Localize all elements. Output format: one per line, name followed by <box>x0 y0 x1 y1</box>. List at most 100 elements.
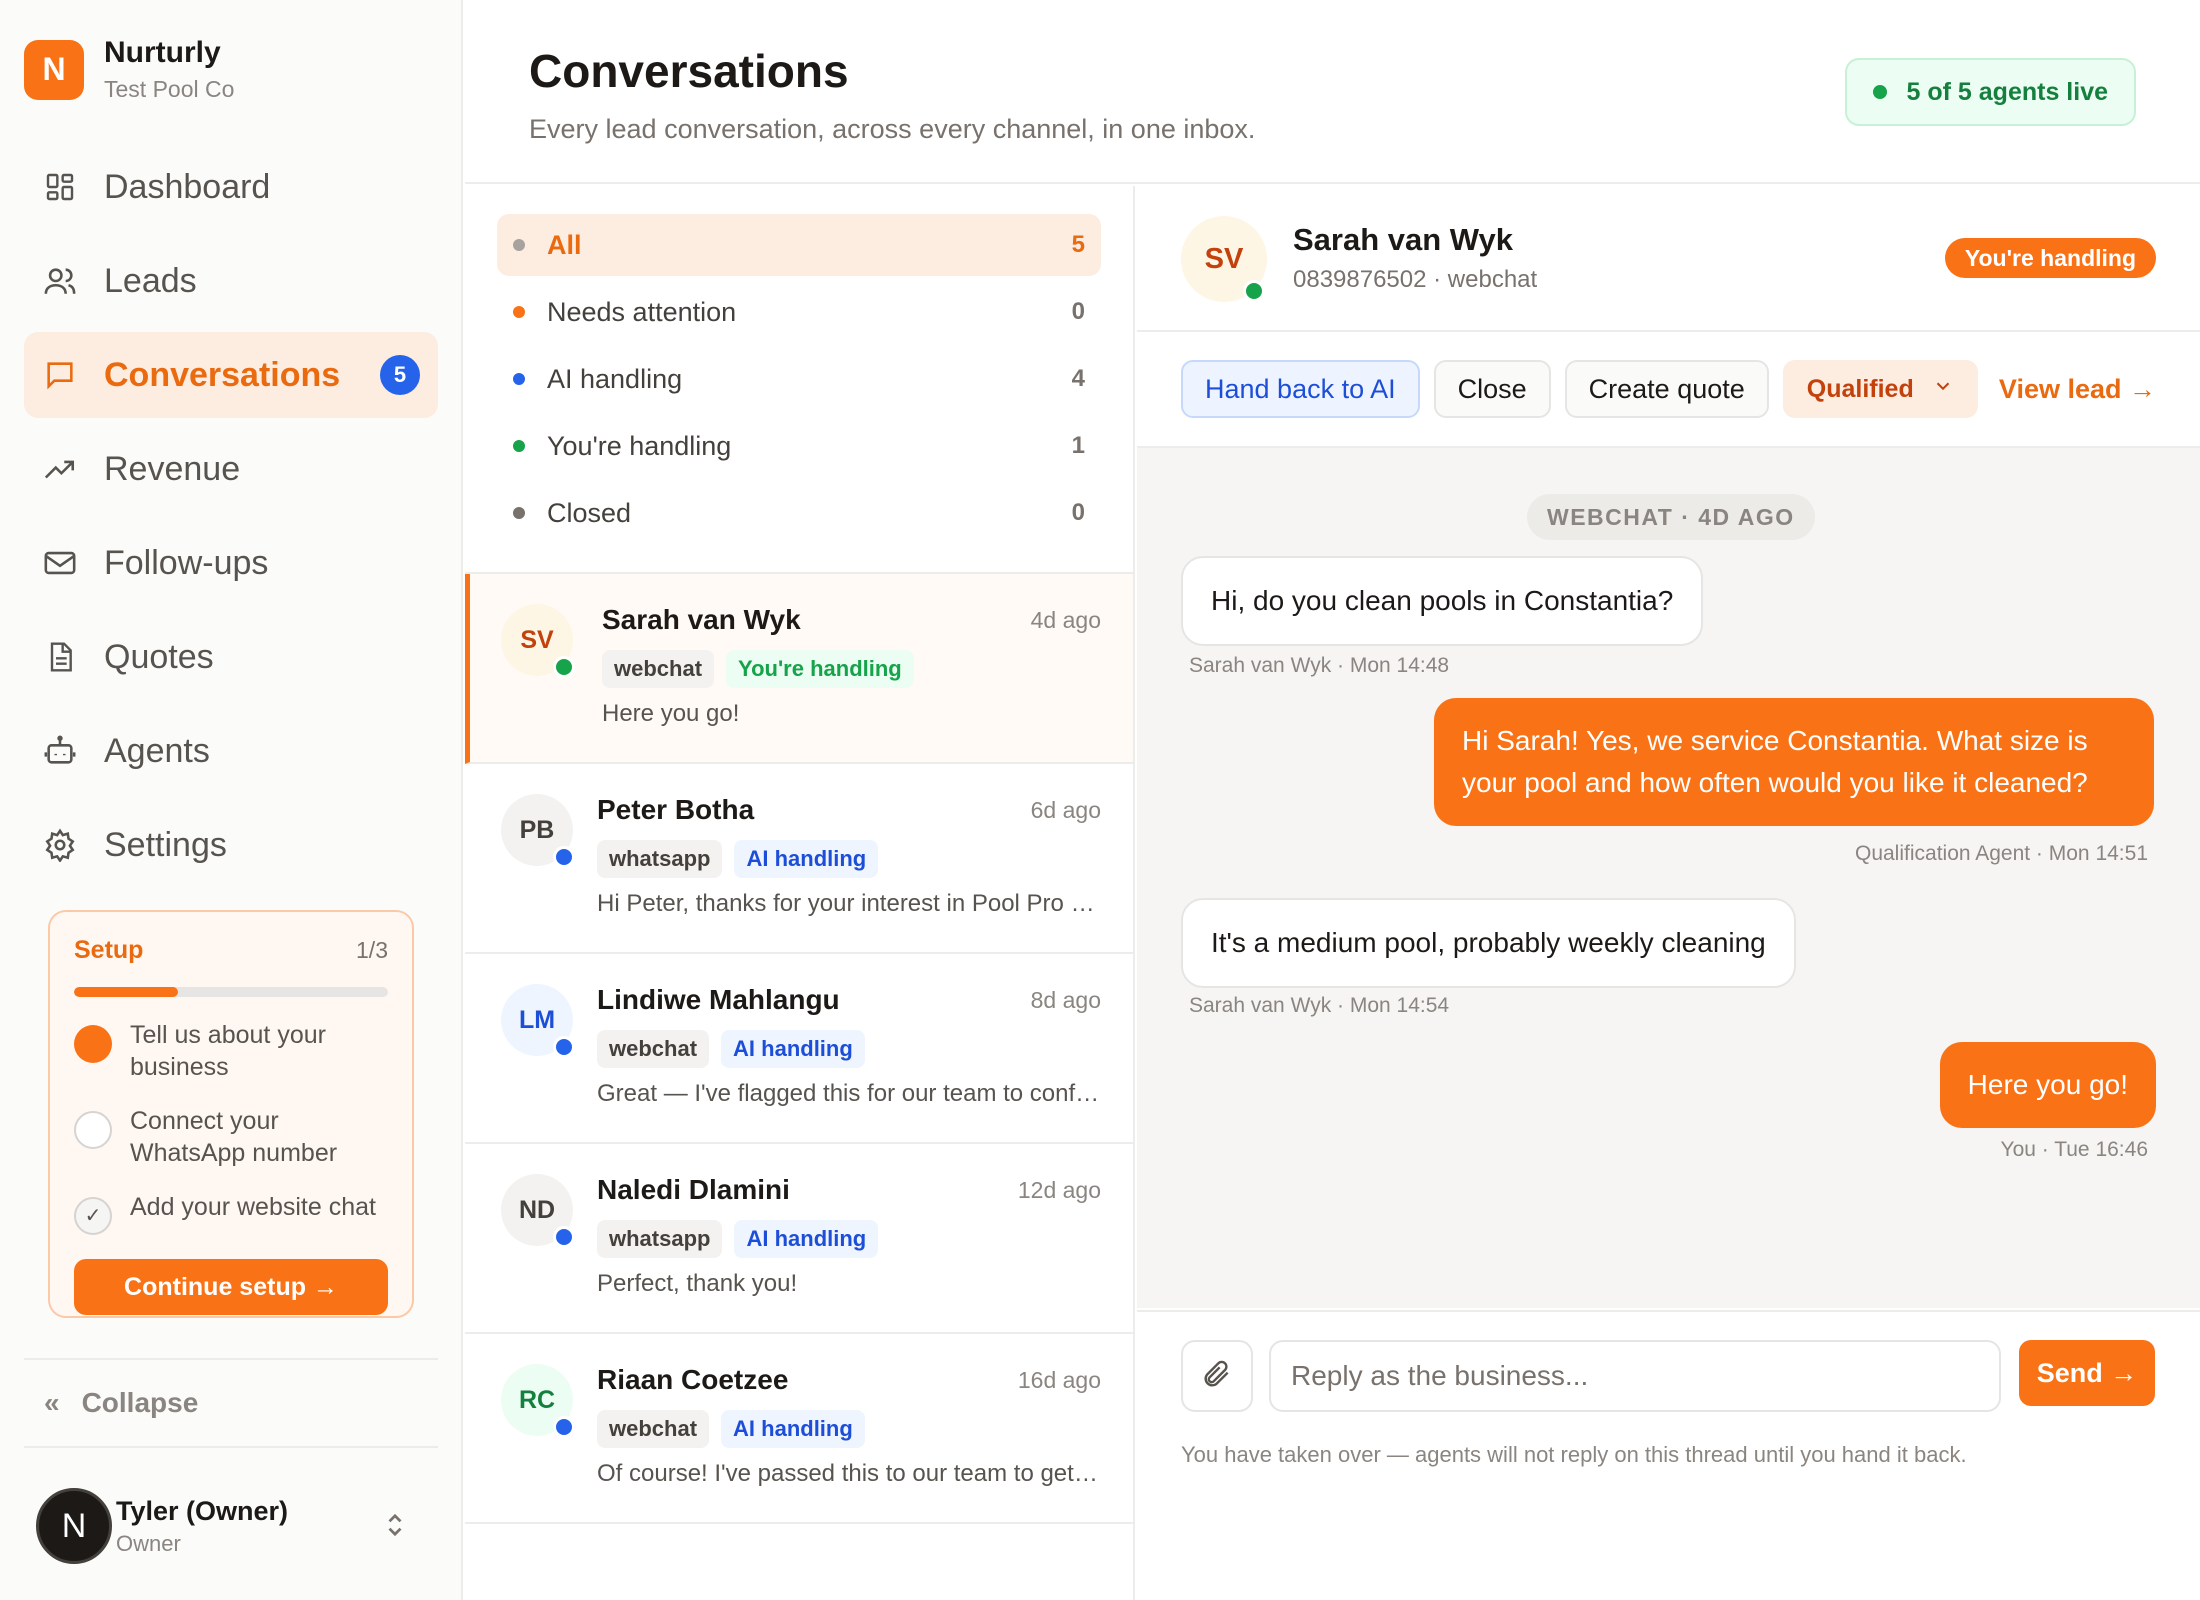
unread-badge: 5 <box>380 355 420 395</box>
conversation-name: Sarah van Wyk <box>602 604 801 635</box>
filter-ai-handling[interactable]: AI handling 4 <box>497 348 1101 410</box>
nav-item-revenue[interactable]: Revenue <box>24 426 438 512</box>
continue-setup-button[interactable]: Continue setup → <box>74 1259 388 1315</box>
hand-back-to-ai-button[interactable]: Hand back to AI <box>1181 360 1420 418</box>
status-filters: All 5 Needs attention 0 AI handling 4 Yo… <box>465 186 1133 574</box>
nav-item-follow-ups[interactable]: Follow-ups <box>24 520 438 606</box>
setup-step[interactable]: ✓ Add your website chat <box>74 1191 388 1235</box>
setup-step-label: Add your website chat <box>130 1193 376 1221</box>
page-header: Conversations Every lead conversation, a… <box>465 0 2200 184</box>
channel-tag: webchat <box>597 1030 710 1068</box>
filter-count: 1 <box>1071 432 1085 459</box>
user-menu[interactable]: N Tyler (Owner) Owner <box>36 1484 426 1568</box>
reply-input[interactable] <box>1269 1340 2001 1412</box>
lead-stage-value: Qualified <box>1806 374 1914 403</box>
filter-label: Needs attention <box>547 296 737 327</box>
takeover-note: You have taken over — agents will not re… <box>1181 1442 1967 1467</box>
chat-actions: Hand back to AI Close Create quote Quali… <box>1137 332 2200 448</box>
channel-tag: webchat <box>602 650 715 688</box>
create-quote-button[interactable]: Create quote <box>1564 360 1769 418</box>
sidebar: N Nurturly Test Pool Co Dashboard Leads … <box>0 0 463 1600</box>
step-done-icon <box>74 1025 112 1063</box>
conversation-preview: Great — I've flagged this for our team t… <box>597 1080 1103 1107</box>
status-dot-icon <box>553 846 575 868</box>
filter-label: All <box>547 229 582 260</box>
status-dot-icon <box>513 239 525 251</box>
lead-stage-select[interactable]: Qualified <box>1782 360 1978 418</box>
filter-closed[interactable]: Closed 0 <box>497 482 1101 544</box>
status-tag: AI handling <box>721 1410 865 1448</box>
status-dot-icon <box>513 373 525 385</box>
nav-label: Conversations <box>104 355 341 394</box>
avatar-initials: SV <box>520 625 554 654</box>
nav-item-settings[interactable]: Settings <box>24 802 438 888</box>
brand-name: Nurturly <box>104 36 221 69</box>
filter-needs-attention[interactable]: Needs attention 0 <box>497 281 1101 343</box>
conversation-row[interactable]: RC Riaan Coetzee 16d ago webchat AI hand… <box>465 1334 1133 1524</box>
setup-step-label: Tell us about your business <box>130 1021 326 1081</box>
filter-label: You're handling <box>547 430 732 461</box>
message-composer: Send → You have taken over — agents will… <box>1137 1310 2200 1600</box>
setup-progress-bar <box>74 987 388 997</box>
nav-label: Dashboard <box>104 167 271 206</box>
users-icon <box>42 263 78 299</box>
contact-details: 0839876502 · webchat <box>1293 266 1538 293</box>
page-title: Conversations <box>529 45 849 97</box>
channel-tag: whatsapp <box>597 840 723 878</box>
status-dot-icon <box>513 306 525 318</box>
nav-label: Follow-ups <box>104 543 269 582</box>
status-dot-icon <box>553 656 575 678</box>
mail-icon <box>42 545 78 581</box>
conversation-row[interactable]: LM Lindiwe Mahlangu 8d ago webchat AI ha… <box>465 954 1133 1144</box>
view-lead-link[interactable]: View lead → <box>1999 374 2156 405</box>
conversation-time: 4d ago <box>1030 606 1101 633</box>
conversation-row[interactable]: SV Sarah van Wyk 4d ago webchat You're h… <box>465 574 1133 764</box>
avatar: ND <box>501 1174 575 1248</box>
brand[interactable]: N Nurturly Test Pool Co <box>24 36 234 103</box>
conversation-name: Riaan Coetzee <box>597 1364 789 1395</box>
channel-tag: webchat <box>597 1410 710 1448</box>
nav-item-conversations[interactable]: Conversations 5 <box>24 332 438 418</box>
status-dot-icon <box>553 1036 575 1058</box>
nav-label: Leads <box>104 261 197 300</box>
agents-live-label: 5 of 5 agents live <box>1906 77 2108 106</box>
nav-item-dashboard[interactable]: Dashboard <box>24 144 438 230</box>
attach-button[interactable] <box>1181 1340 1253 1412</box>
status-dot-icon <box>553 1416 575 1438</box>
filter-count: 4 <box>1071 365 1085 392</box>
filter-all[interactable]: All 5 <box>497 214 1101 276</box>
paperclip-icon <box>1201 1358 1233 1395</box>
filter-label: AI handling <box>547 363 683 394</box>
nav-item-agents[interactable]: Agents <box>24 708 438 794</box>
filter-youre-handling[interactable]: You're handling 1 <box>497 415 1101 477</box>
nav-label: Agents <box>104 731 210 770</box>
setup-step[interactable]: Connect your WhatsApp number <box>74 1105 388 1169</box>
conversation-list-panel: All 5 Needs attention 0 AI handling 4 Yo… <box>465 186 1135 1600</box>
message-meta: You · Tue 16:46 <box>2000 1138 2148 1161</box>
setup-card: Setup 1/3 Tell us about your business Co… <box>48 910 414 1318</box>
close-conversation-button[interactable]: Close <box>1433 360 1551 418</box>
nav-item-leads[interactable]: Leads <box>24 238 438 324</box>
message-bubble-outgoing: Here you go! <box>1939 1042 2156 1128</box>
conversation-row[interactable]: ND Naledi Dlamini 12d ago whatsapp AI ha… <box>465 1144 1133 1334</box>
gear-icon <box>42 827 78 863</box>
online-dot-icon <box>1243 280 1265 302</box>
nav-label: Settings <box>104 825 227 864</box>
status-dot-icon <box>513 440 525 452</box>
document-icon <box>42 639 78 675</box>
nav-item-quotes[interactable]: Quotes <box>24 614 438 700</box>
avatar: PB <box>501 794 575 868</box>
status-tag: You're handling <box>726 650 914 688</box>
conversation-name: Peter Botha <box>597 794 755 825</box>
trend-icon <box>42 451 78 487</box>
collapse-sidebar-button[interactable]: « Collapse <box>24 1358 438 1448</box>
avatar-initials: PB <box>519 815 555 844</box>
setup-step[interactable]: Tell us about your business <box>74 1019 388 1083</box>
message-meta: Sarah van Wyk · Mon 14:54 <box>1189 994 1450 1017</box>
robot-icon <box>42 733 78 769</box>
conversation-row[interactable]: PB Peter Botha 6d ago whatsapp AI handli… <box>465 764 1133 954</box>
send-button[interactable]: Send → <box>2019 1340 2155 1406</box>
setup-step-label: Connect your WhatsApp number <box>130 1107 338 1167</box>
step-pending-icon <box>74 1111 112 1149</box>
avatar: RC <box>501 1364 575 1438</box>
